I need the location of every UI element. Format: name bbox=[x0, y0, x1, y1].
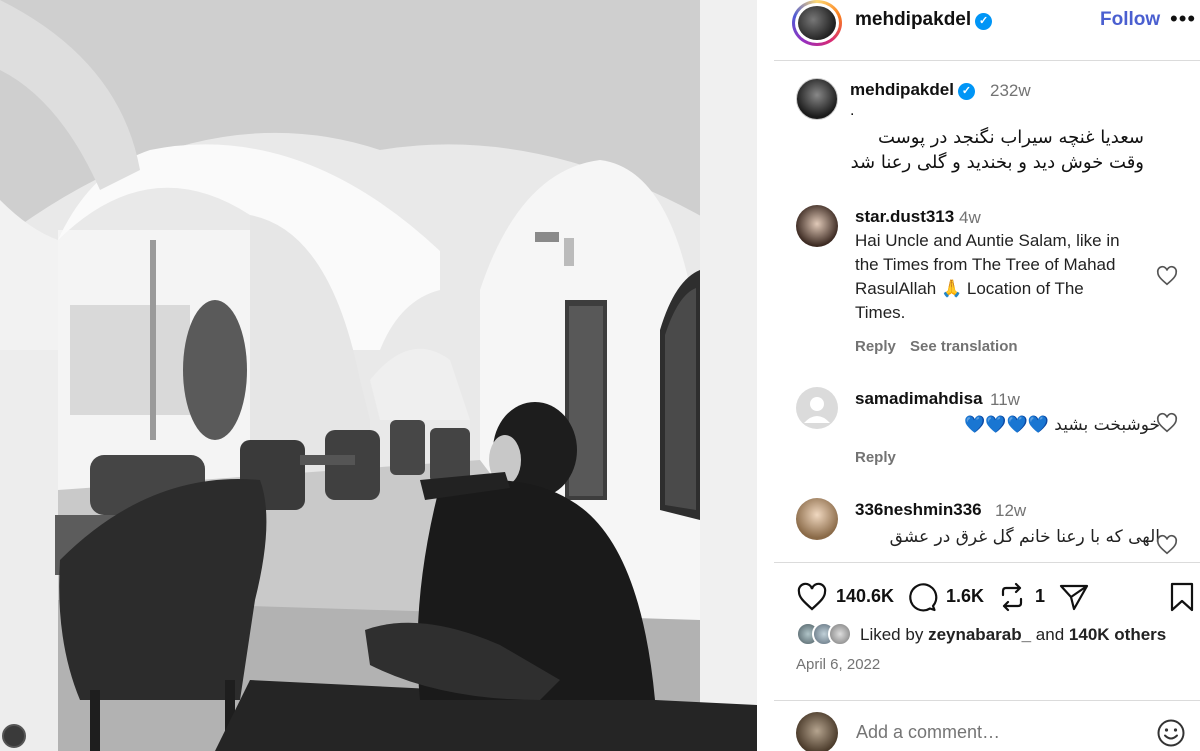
bookmark-icon[interactable] bbox=[1166, 581, 1198, 613]
commenter-username[interactable]: 336neshmin336 bbox=[855, 500, 982, 520]
liked-by-row: Liked by zeynabarab_ and 140K others bbox=[796, 622, 1200, 648]
liked-by-and: and bbox=[1035, 625, 1065, 644]
header-divider bbox=[774, 60, 1200, 61]
comment-timestamp[interactable]: 12w bbox=[995, 501, 1026, 521]
liked-by-user-link[interactable]: zeynabarab_ bbox=[928, 625, 1031, 644]
more-options-icon[interactable]: ••• bbox=[1170, 6, 1196, 32]
caption-timestamp[interactable]: 232w bbox=[990, 81, 1031, 101]
commenter-username[interactable]: samadimahdisa bbox=[855, 389, 983, 409]
see-translation-button[interactable]: See translation bbox=[910, 338, 1018, 355]
likes-count[interactable]: 140.6K bbox=[836, 586, 894, 607]
reposts-count[interactable]: 1 bbox=[1035, 586, 1045, 607]
caption-username-text[interactable]: mehdipakdel bbox=[850, 80, 954, 99]
comment-text-line: Times. bbox=[855, 303, 906, 322]
commenter-username[interactable]: star.dust313 bbox=[855, 207, 954, 227]
add-comment-input[interactable] bbox=[856, 722, 1146, 743]
post-details-panel: mehdipakdel ✓ Follow ••• mehdipakdel ✓ 232… bbox=[774, 0, 1200, 751]
author-avatar[interactable] bbox=[792, 0, 842, 46]
comment-text: الهی که با رعنا خانم گل غرق در عشق bbox=[889, 527, 1160, 547]
comment-text-line: the Times from The Tree of Mahad bbox=[855, 255, 1116, 274]
comment-item: 336neshmin336 12w الهی که با رعنا خانم گ… bbox=[774, 496, 1200, 560]
verified-badge-icon: ✓ bbox=[975, 13, 993, 30]
photo-profile-dot bbox=[2, 724, 26, 748]
comment-timestamp[interactable]: 11w bbox=[990, 390, 1020, 410]
add-comment-divider bbox=[774, 700, 1200, 701]
comment-text-line: Hai Uncle and Auntie Salam, like in bbox=[855, 231, 1120, 250]
comments-divider bbox=[774, 562, 1200, 563]
add-comment-row bbox=[774, 706, 1200, 751]
comment-icon[interactable] bbox=[906, 581, 938, 613]
caption-line-2: وقت خوش دید و بخندید و گلی رعنا شد bbox=[850, 152, 1144, 173]
author-username-text[interactable]: mehdipakdel bbox=[855, 9, 971, 30]
comment-text: خوشبخت بشید 💙💙💙💙 bbox=[964, 415, 1160, 435]
follow-button[interactable]: Follow bbox=[1100, 9, 1160, 31]
like-comment-heart-icon[interactable] bbox=[1156, 265, 1178, 287]
post-date[interactable]: April 6, 2022 bbox=[796, 656, 880, 673]
comment-text: Hai Uncle and Auntie Salam, like in the … bbox=[855, 229, 1155, 325]
share-icon[interactable] bbox=[1058, 581, 1090, 613]
caption-username[interactable]: mehdipakdel ✓ bbox=[850, 80, 975, 100]
caption-dot: . bbox=[850, 102, 855, 119]
heart-icon[interactable] bbox=[796, 581, 828, 613]
caption-line-1: سعدیا غنچه سیراب نگنجد در پوست bbox=[877, 127, 1144, 148]
photo-illustration bbox=[0, 0, 757, 751]
comment-text-line: RasulAllah 🙏 Location of The bbox=[855, 279, 1084, 298]
commenter-avatar[interactable] bbox=[796, 498, 838, 540]
liked-by-avatars[interactable] bbox=[796, 622, 856, 648]
liked-by-prefix: Liked by bbox=[860, 625, 924, 644]
post-header: mehdipakdel ✓ Follow ••• bbox=[774, 0, 1200, 60]
reply-button[interactable]: Reply bbox=[855, 449, 896, 466]
panel-gap bbox=[757, 0, 774, 751]
post-actions-bar: 140.6K 1.6K 1 bbox=[774, 578, 1200, 618]
reply-button[interactable]: Reply bbox=[855, 338, 896, 355]
current-user-avatar bbox=[796, 712, 838, 751]
repost-icon[interactable] bbox=[996, 581, 1028, 613]
liked-by-others-link[interactable]: 140K others bbox=[1069, 625, 1166, 644]
verified-badge-icon: ✓ bbox=[957, 83, 975, 100]
liked-by-text: Liked by zeynabarab_ and 140K others bbox=[860, 625, 1166, 645]
commenter-avatar[interactable] bbox=[796, 205, 838, 247]
comment-timestamp[interactable]: 4w bbox=[959, 208, 981, 228]
default-avatar-icon bbox=[804, 397, 830, 423]
like-comment-heart-icon[interactable] bbox=[1156, 534, 1178, 556]
comments-count[interactable]: 1.6K bbox=[946, 586, 984, 607]
caption-avatar[interactable] bbox=[796, 78, 838, 120]
post-photo bbox=[0, 0, 757, 751]
commenter-avatar[interactable] bbox=[796, 387, 838, 429]
like-comment-heart-icon[interactable] bbox=[1156, 412, 1178, 434]
liker-avatar bbox=[828, 622, 852, 646]
author-username[interactable]: mehdipakdel ✓ bbox=[855, 9, 993, 31]
emoji-icon[interactable] bbox=[1156, 718, 1186, 748]
